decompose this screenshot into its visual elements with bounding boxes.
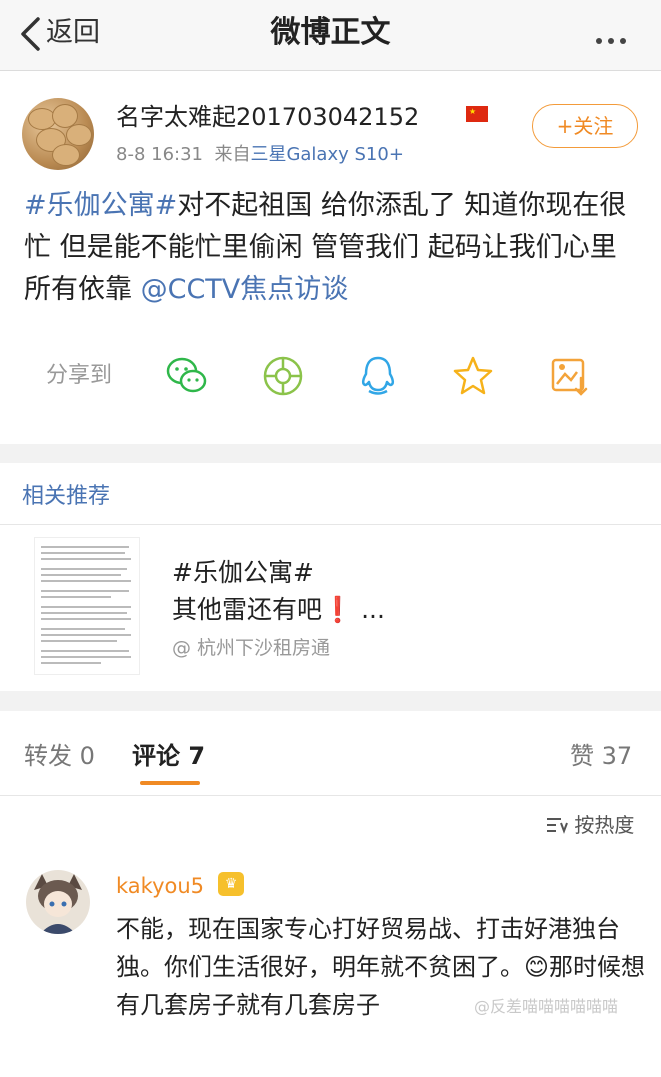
mention-link[interactable]: @CCTV焦点访谈 <box>141 274 349 305</box>
save-image-icon[interactable] <box>548 354 592 398</box>
post-source[interactable]: 三星Galaxy S10+ <box>250 144 403 165</box>
recommend-text[interactable]: 其他雷还有吧❗ ... <box>172 594 385 626</box>
moments-icon[interactable] <box>261 354 305 398</box>
recommend-title: 相关推荐 <box>22 484 111 509</box>
crown-icon: ♛ <box>218 872 244 896</box>
sort-button[interactable]: 按热度 <box>546 811 634 839</box>
watermark: @反差喵喵喵喵喵喵 <box>474 997 619 1016</box>
divider <box>0 524 661 525</box>
avatar[interactable] <box>22 98 94 170</box>
divider <box>0 795 661 796</box>
tab-like[interactable]: 赞 37 <box>570 740 632 772</box>
page-title: 微博正文 <box>270 15 391 50</box>
share-label: 分享到 <box>46 363 113 388</box>
tab-repost[interactable]: 转发 0 <box>24 740 95 772</box>
sort-label: 按热度 <box>574 813 635 837</box>
commenter-avatar[interactable] <box>26 870 90 934</box>
post-text: #乐伽公寓#对不起祖国 给你添乱了 知道你现在很忙 但是能不能忙里偷闲 管管我们… <box>24 185 639 311</box>
post-meta: 8-8 16:31 来自三星Galaxy S10+ <box>116 143 404 167</box>
qzone-icon[interactable] <box>451 354 495 398</box>
wechat-icon[interactable] <box>165 354 209 398</box>
qq-icon[interactable] <box>356 354 400 398</box>
hashtag-link[interactable]: #乐伽公寓# <box>24 190 177 221</box>
recommend-thumbnail[interactable] <box>34 537 140 675</box>
more-dots-icon[interactable] <box>596 29 632 48</box>
tab-comment[interactable]: 评论 7 <box>132 740 205 772</box>
sort-icon <box>547 818 568 834</box>
source-prefix: 来自 <box>214 144 251 165</box>
active-tab-indicator <box>140 781 200 785</box>
recommend-hashtag[interactable]: #乐伽公寓# <box>172 557 314 589</box>
follow-button[interactable]: +关注 <box>532 104 638 148</box>
anime-avatar-icon <box>34 874 82 934</box>
post-time: 8-8 16:31 <box>116 144 203 165</box>
recommend-source[interactable]: @ 杭州下沙租房通 <box>172 635 330 661</box>
china-flag-icon: ★ <box>466 106 488 122</box>
username[interactable]: 名字太难起201703042152 <box>116 102 419 132</box>
commenter-name[interactable]: kakyou5 <box>116 872 204 900</box>
